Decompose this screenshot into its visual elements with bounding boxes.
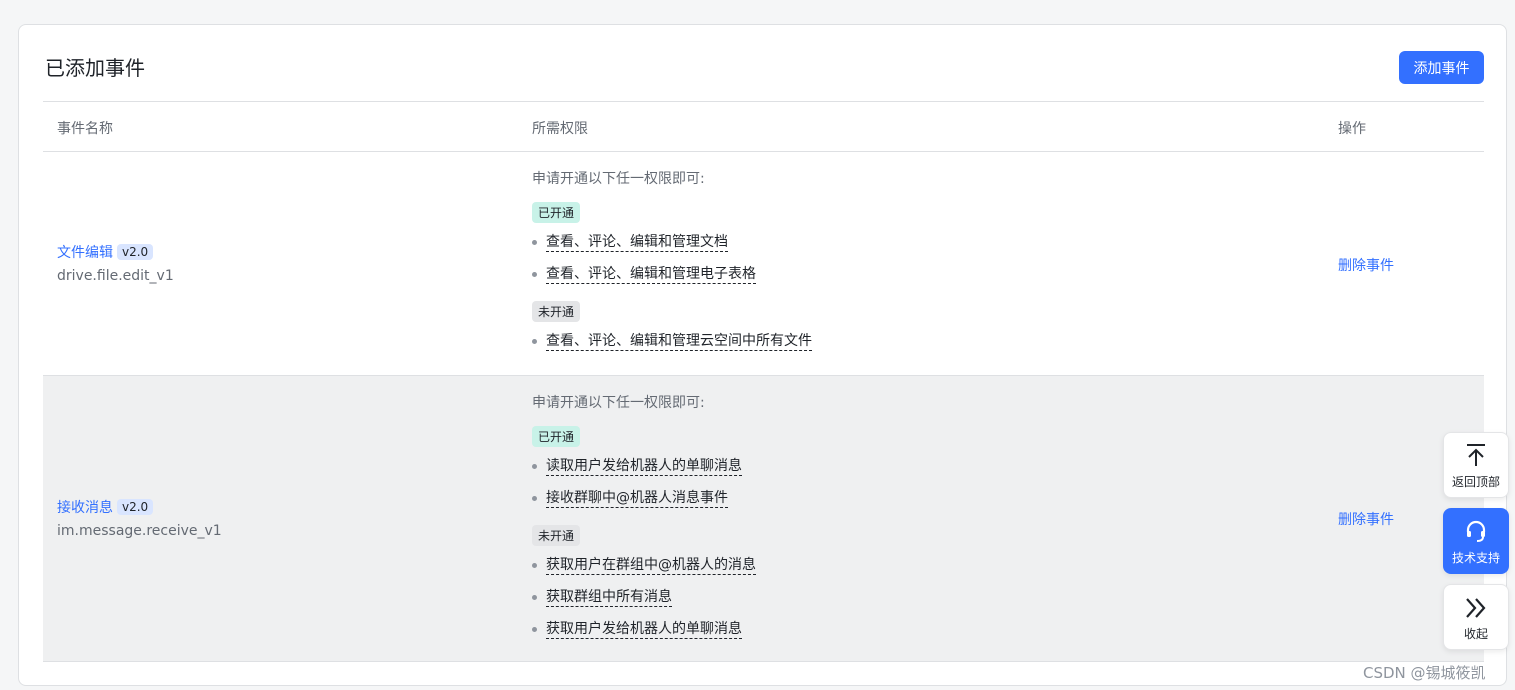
permission-link[interactable]: 获取群组中所有消息 — [546, 589, 672, 607]
disabled-tag: 未开通 — [532, 525, 581, 546]
event-name-cell: 接收消息 v2.0 im.message.receive_v1 — [57, 497, 222, 539]
permission-link[interactable]: 读取用户发给机器人的单聊消息 — [546, 458, 742, 476]
tech-support-label: 技术支持 — [1451, 551, 1500, 565]
tech-support-button[interactable]: 技术支持 — [1443, 508, 1509, 574]
delete-event-link[interactable]: 删除事件 — [1338, 509, 1394, 529]
collapse-button[interactable]: 收起 — [1443, 584, 1509, 650]
permission-link[interactable]: 接收群聊中@机器人消息事件 — [546, 490, 728, 508]
events-table: 事件名称 所需权限 操作 文件编辑 v2.0 drive.file.edit_v1… — [43, 101, 1484, 662]
permission-item: 接收群聊中@机器人消息事件 — [532, 487, 756, 519]
table-header: 事件名称 所需权限 操作 — [43, 101, 1484, 152]
permission-link[interactable]: 获取用户发给机器人的单聊消息 — [546, 621, 742, 639]
double-chevron-right-icon — [1444, 585, 1508, 619]
table-row: 接收消息 v2.0 im.message.receive_v1 申请开通以下任一权… — [43, 376, 1484, 662]
permission-item: 查看、评论、编辑和管理电子表格 — [532, 263, 812, 295]
permission-intro: 申请开通以下任一权限即可: — [532, 395, 705, 411]
watermark: CSDN @锡城筱凯 — [1363, 664, 1486, 682]
header-permissions: 所需权限 — [532, 121, 588, 137]
permission-item: 查看、评论、编辑和管理文档 — [532, 231, 812, 263]
table-row: 文件编辑 v2.0 drive.file.edit_v1 申请开通以下任一权限即可… — [43, 152, 1484, 376]
enabled-tag: 已开通 — [532, 202, 581, 223]
enabled-permission-list: 查看、评论、编辑和管理文档 查看、评论、编辑和管理电子表格 — [532, 231, 812, 295]
permission-link[interactable]: 查看、评论、编辑和管理云空间中所有文件 — [546, 333, 812, 351]
permissions-cell: 申请开通以下任一权限即可: 已开通 查看、评论、编辑和管理文档 查看、评论、编辑… — [532, 168, 812, 368]
event-key: im.message.receive_v1 — [57, 523, 222, 539]
header-actions: 操作 — [1338, 121, 1366, 137]
event-name-link[interactable]: 文件编辑 — [57, 245, 113, 261]
event-key: drive.file.edit_v1 — [57, 268, 174, 284]
version-badge: v2.0 — [117, 499, 154, 515]
disabled-permission-list: 查看、评论、编辑和管理云空间中所有文件 — [532, 330, 812, 362]
events-card: 已添加事件 添加事件 事件名称 所需权限 操作 文件编辑 v2.0 drive.f… — [18, 24, 1507, 686]
version-badge: v2.0 — [117, 244, 154, 260]
permission-item: 读取用户发给机器人的单聊消息 — [532, 455, 756, 487]
permissions-cell: 申请开通以下任一权限即可: 已开通 读取用户发给机器人的单聊消息 接收群聊中@机… — [532, 392, 756, 656]
page-title: 已添加事件 — [45, 56, 145, 80]
headset-icon — [1444, 509, 1508, 543]
permission-link[interactable]: 获取用户在群组中@机器人的消息 — [546, 557, 756, 575]
event-name-link[interactable]: 接收消息 — [57, 500, 113, 516]
enabled-permission-list: 读取用户发给机器人的单聊消息 接收群聊中@机器人消息事件 — [532, 455, 756, 519]
event-name-cell: 文件编辑 v2.0 drive.file.edit_v1 — [57, 242, 174, 284]
permission-item: 获取群组中所有消息 — [532, 586, 756, 618]
permission-intro: 申请开通以下任一权限即可: — [532, 171, 705, 187]
permission-link[interactable]: 查看、评论、编辑和管理电子表格 — [546, 266, 756, 284]
disabled-tag: 未开通 — [532, 301, 581, 322]
permission-item: 获取用户在群组中@机器人的消息 — [532, 554, 756, 586]
permission-link[interactable]: 查看、评论、编辑和管理文档 — [546, 234, 728, 252]
arrow-up-to-top-icon — [1444, 433, 1508, 467]
header-event-name: 事件名称 — [57, 121, 113, 137]
delete-event-link[interactable]: 删除事件 — [1338, 255, 1394, 275]
permission-item: 查看、评论、编辑和管理云空间中所有文件 — [532, 330, 812, 362]
disabled-permission-list: 获取用户在群组中@机器人的消息 获取群组中所有消息 获取用户发给机器人的单聊消息 — [532, 554, 756, 650]
add-event-button[interactable]: 添加事件 — [1399, 51, 1484, 84]
collapse-label: 收起 — [1463, 627, 1488, 641]
back-to-top-button[interactable]: 返回顶部 — [1443, 432, 1509, 498]
enabled-tag: 已开通 — [532, 426, 581, 447]
permission-item: 获取用户发给机器人的单聊消息 — [532, 618, 756, 650]
back-to-top-label: 返回顶部 — [1451, 475, 1500, 489]
